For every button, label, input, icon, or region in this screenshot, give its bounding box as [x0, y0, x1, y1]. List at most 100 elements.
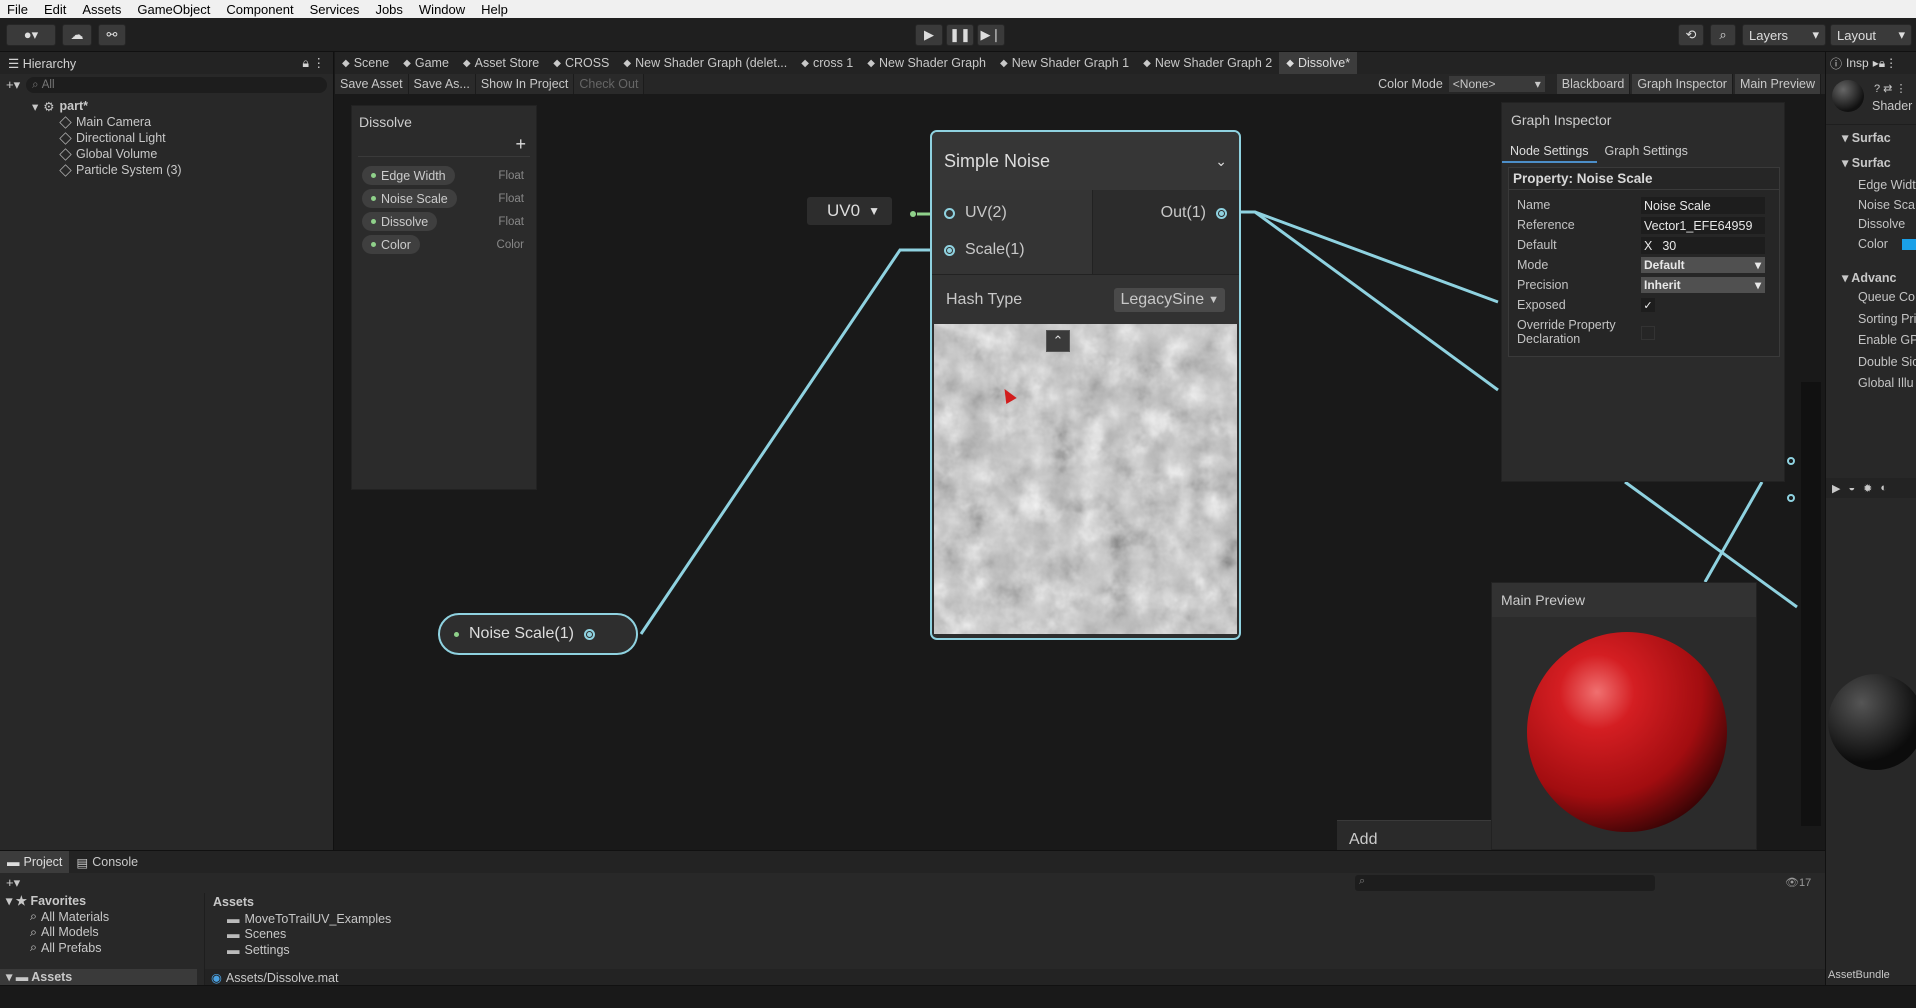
tab-project[interactable]: ▬ Project: [0, 851, 70, 873]
override-checkbox[interactable]: [1641, 326, 1655, 340]
menu-edit[interactable]: Edit: [44, 2, 66, 17]
uv-output-port[interactable]: [910, 211, 916, 217]
menu-component[interactable]: Component: [226, 2, 293, 17]
scene-root[interactable]: ▾ ⚙ part*: [32, 98, 333, 114]
menu-help[interactable]: Help: [481, 2, 508, 17]
advanced-section[interactable]: ▾ Advanc: [1842, 270, 1896, 285]
layers-dropdown[interactable]: Layers ▾: [1742, 24, 1826, 46]
pause-icon: ❚❚: [949, 27, 971, 42]
mode-select[interactable]: Default ▾: [1641, 257, 1765, 273]
project-panel: ▬ Project ▤ Console +▾ ⌕ 👁︎17 ▾ ★ Favorite…: [0, 850, 1825, 986]
output-out[interactable]: Out(1): [1161, 204, 1227, 222]
add-icon[interactable]: +▾: [6, 77, 20, 93]
help-icons[interactable]: ? ⇄ ⋮: [1874, 82, 1906, 95]
project-search-input[interactable]: ⌕: [1355, 875, 1655, 891]
lights-icon[interactable]: ✹: [1863, 482, 1872, 495]
blackboard-property[interactable]: Dissolve Float: [362, 210, 532, 233]
blackboard-property[interactable]: Color Color: [362, 233, 532, 256]
tab-graph-settings[interactable]: Graph Settings: [1597, 141, 1696, 163]
precision-select[interactable]: Inherit ▾: [1641, 277, 1765, 293]
menu-gameobject[interactable]: GameObject: [137, 2, 210, 17]
hidden-count-value: 17: [1798, 877, 1812, 889]
property-type: Float: [498, 192, 524, 205]
master-port-2[interactable]: [1787, 494, 1795, 502]
tab-node-settings[interactable]: Node Settings: [1502, 141, 1597, 163]
output-label: Out(1): [1160, 204, 1206, 221]
hierarchy-item[interactable]: Directional Light: [36, 130, 333, 146]
blackboard-property[interactable]: Edge Width Float: [362, 164, 532, 187]
surface-section-1[interactable]: ▾ Surfac: [1842, 130, 1891, 145]
collapse-preview-button[interactable]: ⌃: [1046, 330, 1070, 352]
cloud-button[interactable]: ☁: [62, 24, 92, 46]
uv-node[interactable]: UV0 ▼: [807, 197, 892, 225]
assetbundle-row[interactable]: AssetBundle: [1826, 965, 1916, 985]
surface-section-2[interactable]: ▾ Surfac: [1842, 155, 1891, 170]
noise-scale-output-port[interactable]: [583, 628, 595, 640]
step-button[interactable]: ▶❘: [977, 24, 1005, 46]
menu-services[interactable]: Services: [310, 2, 360, 17]
folder-item[interactable]: ▬ Scenes: [227, 927, 1824, 943]
wire-noise-scale-to-scale[interactable]: [639, 248, 952, 635]
menu-jobs[interactable]: Jobs: [375, 2, 402, 17]
globe-icon[interactable]: ◐: [1880, 482, 1887, 494]
out-port[interactable]: [1216, 207, 1227, 219]
hierarchy-search-input[interactable]: ⌕ All: [26, 77, 327, 93]
property-pill[interactable]: Dissolve: [362, 212, 438, 231]
blackboard-property[interactable]: Noise Scale Float: [362, 187, 532, 210]
favorite-item[interactable]: ⌕ All Materials: [0, 909, 197, 925]
property-pill[interactable]: Noise Scale: [362, 189, 457, 208]
assets-root[interactable]: ▾ ▬ Assets: [0, 969, 197, 986]
wire-out-4[interactable]: [1703, 481, 1764, 583]
menu-assets[interactable]: Assets: [82, 2, 121, 17]
wire-out-2[interactable]: [1254, 210, 1499, 392]
scale-input-port[interactable]: [944, 244, 955, 256]
history-icon: ⟲: [1685, 27, 1697, 42]
uv-input-port[interactable]: [944, 207, 955, 219]
exposed-checkbox[interactable]: ✓: [1641, 298, 1655, 312]
simple-noise-node[interactable]: Simple Noise ⌄ UV(2) Scale(1) Out(1) Has…: [930, 130, 1241, 640]
blackboard-add-button[interactable]: +: [515, 134, 526, 155]
account-button[interactable]: ●▾: [6, 24, 56, 46]
lock-icon[interactable]: 🔒︎ ⋮: [302, 55, 325, 71]
master-port-1[interactable]: [1787, 457, 1795, 465]
input-scale[interactable]: Scale(1): [944, 241, 1025, 259]
add-icon[interactable]: +▾: [6, 875, 20, 891]
property-pill[interactable]: Edge Width: [362, 166, 455, 185]
collab-button[interactable]: ⚯: [98, 24, 126, 46]
color-swatch[interactable]: [1902, 239, 1916, 250]
inspector-advanced-row: Enable GP: [1858, 333, 1916, 347]
name-field[interactable]: Noise Scale: [1641, 197, 1765, 214]
hierarchy-tab[interactable]: ☰ Hierarchy: [8, 56, 76, 71]
menu-window[interactable]: Window: [419, 2, 465, 17]
favorite-item[interactable]: ⌕ All Prefabs: [0, 940, 197, 956]
reference-field[interactable]: Vector1_EFE64959: [1641, 217, 1765, 234]
pause-button[interactable]: ❚❚: [946, 24, 974, 46]
folder-item[interactable]: ▬ MoveToTrailUV_Examples: [227, 911, 1824, 927]
history-button[interactable]: ⟲: [1678, 24, 1704, 46]
favorite-item[interactable]: ⌕ All Models: [0, 925, 197, 941]
lock-icon[interactable]: ▸🔒︎⋮: [1873, 56, 1897, 71]
layout-dropdown[interactable]: Layout ▾: [1830, 24, 1912, 46]
hierarchy-item[interactable]: Global Volume: [36, 146, 333, 162]
noise-scale-property-node[interactable]: Noise Scale(1): [438, 613, 638, 655]
favorites-root[interactable]: ▾ ★ Favorites: [0, 893, 197, 909]
play-button[interactable]: ▶: [915, 24, 943, 46]
play-icon[interactable]: ▶: [1832, 482, 1840, 495]
inspector-tab-label[interactable]: Insp: [1846, 56, 1869, 70]
search-button[interactable]: ⌕: [1710, 24, 1736, 46]
hierarchy-item[interactable]: Main Camera: [36, 114, 333, 130]
default-field[interactable]: X 30: [1641, 237, 1765, 254]
info-icon: ⓘ: [1830, 56, 1843, 71]
preview-sphere[interactable]: [1522, 627, 1732, 837]
menu-file[interactable]: File: [7, 2, 28, 17]
hierarchy-item[interactable]: Particle System (3): [36, 162, 333, 178]
sphere-icon[interactable]: ◒: [1848, 482, 1855, 494]
chevron-down-icon[interactable]: ⌄: [1215, 153, 1227, 170]
hash-type-select[interactable]: LegacySine ▼: [1114, 287, 1225, 312]
folder-item[interactable]: ▬ Settings: [227, 942, 1824, 958]
graph-inspector-panel: Graph Inspector Node Settings Graph Sett…: [1501, 102, 1785, 482]
property-pill[interactable]: Color: [362, 235, 420, 254]
assets-browser: Assets ▬ MoveToTrailUV_Examples ▬ Scenes ▬ Se…: [204, 893, 1825, 986]
input-uv[interactable]: UV(2): [944, 204, 1007, 222]
tab-console[interactable]: ▤ Console: [69, 851, 145, 873]
